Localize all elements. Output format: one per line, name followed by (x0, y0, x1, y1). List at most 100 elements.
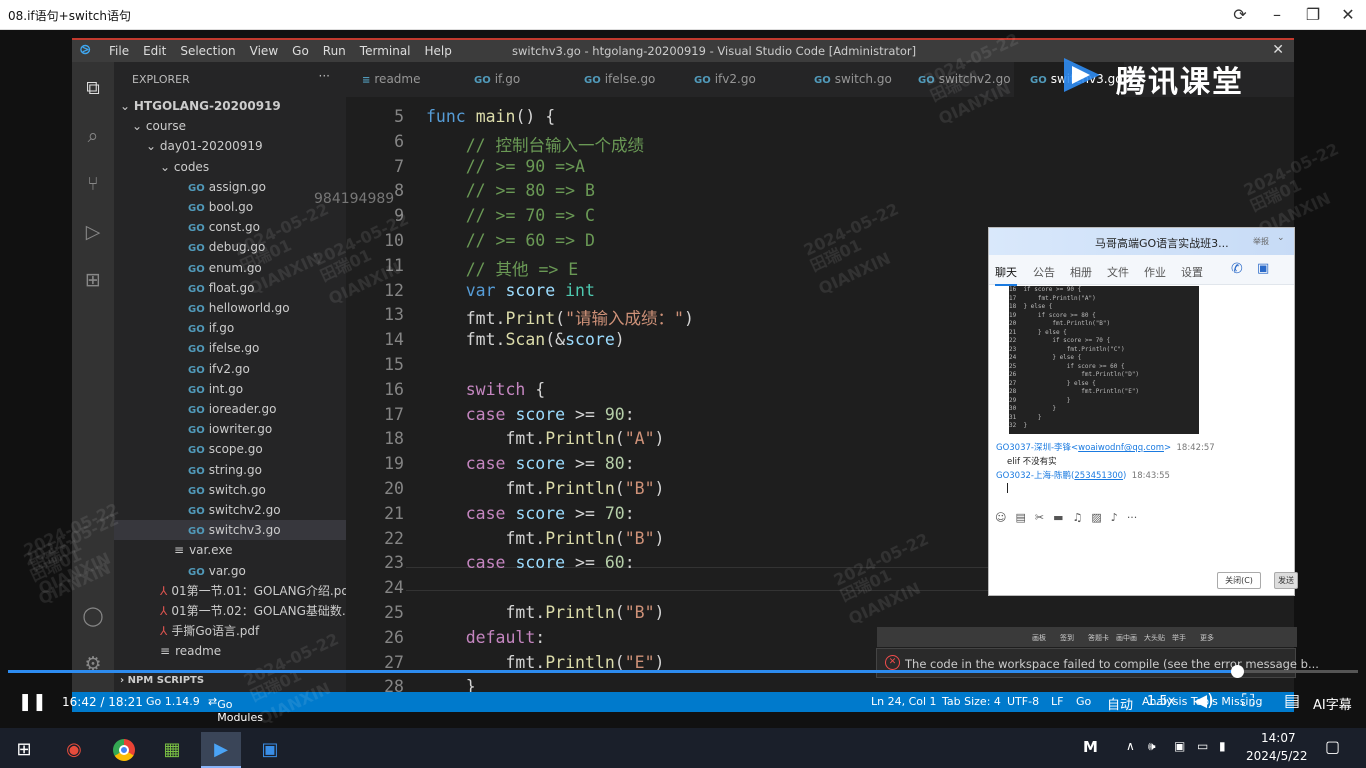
more-icon[interactable]: ··· (1127, 511, 1138, 524)
clock-date[interactable]: 2024/5/22 (1246, 749, 1308, 763)
gif-icon[interactable]: ▤ (1015, 511, 1025, 524)
tree-item[interactable]: ⌄ codes (114, 157, 346, 177)
video-progress-bar[interactable] (8, 665, 1358, 678)
refresh-icon[interactable]: ⟳ (1229, 4, 1251, 26)
tree-item[interactable]: ≡ var.exe (114, 540, 346, 560)
browser-app-icon[interactable]: ◉ (54, 732, 94, 768)
subtitle-icon[interactable]: ▤ (1284, 691, 1300, 711)
editor-tab[interactable]: GO ifv2.go (678, 62, 798, 97)
editor-tab[interactable]: GO switchv2.go (902, 62, 1014, 97)
tree-item[interactable]: GO switchv2.go (114, 500, 346, 520)
chat-tab[interactable]: 公告 (1033, 264, 1055, 280)
source-control-icon[interactable]: ⑂ (81, 172, 105, 196)
quality-selector[interactable]: 自动 (1107, 694, 1133, 713)
scissors-icon[interactable]: ✂ (1035, 511, 1044, 524)
close-icon[interactable]: ✕ (1337, 4, 1359, 26)
tree-item[interactable]: GO int.go (114, 379, 346, 399)
windows-start-icon[interactable]: ⊞ (4, 732, 44, 768)
fullscreen-icon[interactable]: ⛶ (1242, 691, 1254, 711)
restore-icon[interactable]: ❐ (1302, 4, 1324, 26)
tencent-classroom-taskbar-icon[interactable]: ▶ (201, 732, 241, 768)
chat-tab[interactable]: 作业 (1144, 264, 1166, 280)
battery-icon[interactable]: ▮ (1219, 739, 1226, 753)
tree-item[interactable]: ⌄ course (114, 116, 346, 136)
tree-item[interactable]: GO ifv2.go (114, 359, 346, 379)
classroom-tool[interactable]: 画板 (1032, 633, 1046, 643)
volume-icon[interactable]: ◀) (1194, 691, 1214, 711)
folder-icon[interactable]: ▬ (1053, 511, 1063, 524)
speed-selector[interactable]: 1.5x (1147, 694, 1175, 709)
editor-tab[interactable]: GO ifelse.go (568, 62, 678, 97)
menu-item-view[interactable]: View (250, 44, 278, 58)
status-go-modules[interactable]: ⇄ Go Modules (208, 695, 263, 724)
speaker-icon[interactable]: 🕪 (1148, 739, 1156, 754)
send-button[interactable]: 发送 (1274, 572, 1298, 589)
music-icon[interactable]: ♫ (1073, 511, 1083, 524)
close-chat-button[interactable]: 关闭(C) (1217, 572, 1261, 589)
account-icon[interactable]: ◯ (81, 604, 105, 628)
classroom-tool[interactable]: 签到 (1060, 633, 1074, 643)
classroom-tool[interactable]: 更多 (1200, 633, 1214, 643)
search-icon[interactable]: ⌕ (81, 124, 105, 148)
progress-knob[interactable] (1230, 665, 1244, 678)
run-debug-icon[interactable]: ▷ (81, 220, 105, 244)
editor-tab[interactable]: ≡ readme (346, 62, 458, 97)
tree-item[interactable]: GO bool.go (114, 197, 346, 217)
chat-tab[interactable]: 文件 (1107, 264, 1129, 280)
classroom-tool[interactable]: 画中画 (1116, 633, 1137, 643)
editor-tab[interactable]: GO if.go (458, 62, 568, 97)
editor-tab[interactable]: GO switch.go (798, 62, 902, 97)
vscode-close-icon[interactable]: ✕ (1272, 42, 1284, 58)
code-screenshot-image[interactable]: 16 if score >= 90 {17 fmt.Println("A") 18… (1009, 286, 1199, 434)
tree-item[interactable]: GO enum.go (114, 258, 346, 278)
status-tab-size[interactable]: Tab Size: 4 (942, 695, 1001, 708)
status-language[interactable]: Go (1076, 695, 1091, 708)
tree-item[interactable]: GO debug.go (114, 237, 346, 257)
tree-item[interactable]: GO string.go (114, 460, 346, 480)
chat-tab[interactable]: 设置 (1181, 264, 1203, 280)
npm-scripts-section[interactable]: › NPM SCRIPTS (114, 670, 346, 690)
classroom-tool[interactable]: 大头贴 (1144, 633, 1165, 643)
classroom-tool[interactable]: 答题卡 (1088, 633, 1109, 643)
msg2-email[interactable]: 253451300 (1074, 471, 1123, 481)
chat-tab[interactable]: 相册 (1070, 264, 1092, 280)
msg1-email[interactable]: woaiwodnf@qq.com (1078, 443, 1164, 453)
menu-item-selection[interactable]: Selection (180, 44, 235, 58)
tree-item[interactable]: ⅄ 01第一节.01：GOLANG介绍.pdf (114, 581, 353, 601)
tray-app-icon[interactable]: ▣ (1174, 739, 1185, 753)
tray-chevron-icon[interactable]: ∧ (1126, 739, 1135, 753)
video-icon[interactable]: ▣ (1257, 261, 1269, 276)
ime-indicator[interactable]: M (1083, 738, 1098, 756)
tree-item[interactable]: ≡ readme (114, 641, 346, 661)
video-app-icon[interactable]: ▣ (250, 732, 290, 768)
network-icon[interactable]: ▭ (1197, 739, 1208, 753)
status-go-version[interactable]: Go 1.14.9 (146, 695, 200, 708)
tree-item[interactable]: GO const.go (114, 217, 346, 237)
tree-item[interactable]: GO if.go (114, 318, 346, 338)
explorer-icon[interactable]: ⧉ (81, 76, 105, 100)
tree-item[interactable]: GO assign.go (114, 177, 346, 197)
status-cursor[interactable]: Ln 24, Col 1 (871, 695, 937, 708)
notepad-app-icon[interactable]: ▦ (152, 732, 192, 768)
status-encoding[interactable]: UTF-8 (1007, 695, 1039, 708)
tree-item[interactable]: GO switchv3.go (114, 520, 346, 541)
phone-icon[interactable]: ✆ (1231, 261, 1243, 277)
extensions-icon[interactable]: ⊞ (81, 268, 105, 292)
notification-icon[interactable]: ▢ (1325, 737, 1340, 756)
tree-item[interactable]: ⅄ 01第一节.02：GOLANG基础数... (114, 601, 353, 621)
classroom-tool[interactable]: 举手 (1172, 633, 1186, 643)
menu-item-run[interactable]: Run (323, 44, 346, 58)
status-eol[interactable]: LF (1051, 695, 1063, 708)
report-link[interactable]: 举报 (1253, 236, 1269, 247)
tree-item[interactable]: ⌄ HTGOLANG-20200919 (114, 96, 346, 116)
pause-icon[interactable]: ❚❚ (18, 692, 47, 712)
chat-tab[interactable]: 聊天 (995, 264, 1017, 286)
chrome-icon[interactable] (104, 732, 144, 768)
emoji-icon[interactable]: ☺ (995, 511, 1006, 524)
menu-item-help[interactable]: Help (425, 44, 452, 58)
more-actions-icon[interactable]: ··· (319, 69, 330, 83)
menu-item-terminal[interactable]: Terminal (360, 44, 411, 58)
tree-item[interactable]: GO helloworld.go (114, 298, 346, 318)
tree-item[interactable]: GO switch.go (114, 480, 346, 500)
minimize-icon[interactable]: – (1266, 4, 1288, 26)
